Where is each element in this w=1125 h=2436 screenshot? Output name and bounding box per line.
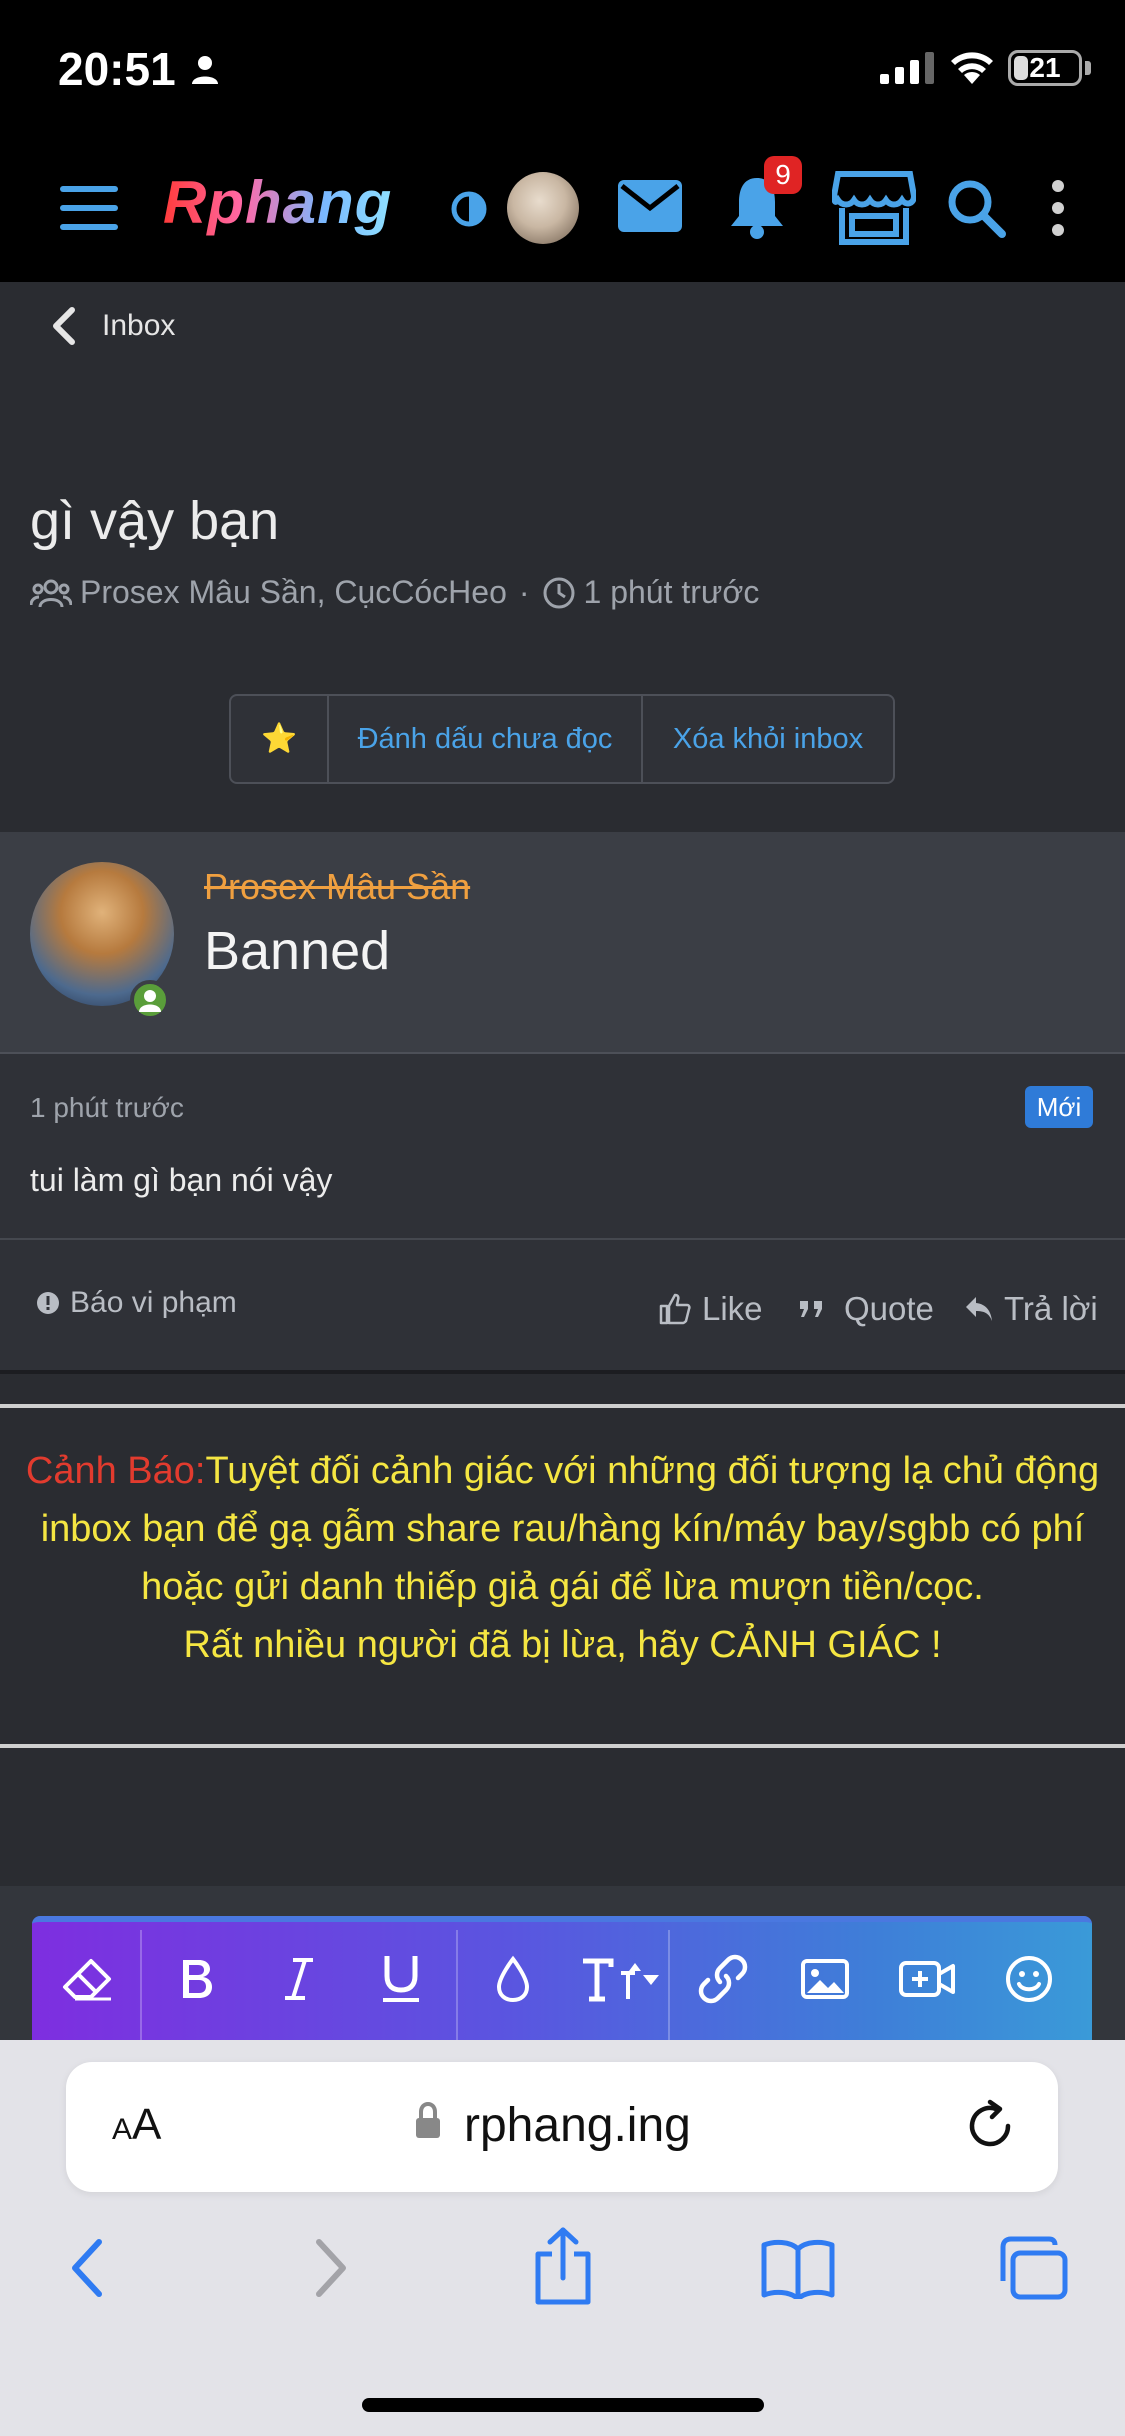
image-icon[interactable] (790, 1944, 860, 2014)
book-icon (761, 2239, 835, 2299)
mail-icon[interactable] (618, 180, 682, 232)
app-header: Rphang 9 (0, 134, 1125, 282)
eraser-icon[interactable] (52, 1944, 122, 2014)
site-logo[interactable]: Rphang (163, 168, 392, 237)
bold-icon[interactable] (162, 1944, 232, 2014)
toolbar-separator (668, 1930, 670, 2046)
author-role: Banned (204, 921, 391, 981)
alert-icon (37, 1292, 59, 1314)
cellular-signal-icon (880, 52, 934, 84)
like-button[interactable]: Like (658, 1290, 763, 1328)
breadcrumb[interactable]: Inbox (50, 304, 175, 348)
thumbs-up-icon (659, 1293, 691, 1325)
reply-label: Trả lời (1004, 1290, 1098, 1327)
report-button[interactable]: Báo vi phạm (36, 1286, 237, 1320)
scam-warning: Cảnh Báo:Tuyệt đối cảnh giác với những đ… (0, 1404, 1125, 1748)
page-title: gì vậy bạn (30, 491, 280, 551)
warning-text-block: Cảnh Báo:Tuyệt đối cảnh giác với những đ… (12, 1442, 1113, 1674)
video-icon[interactable] (892, 1944, 962, 2014)
home-indicator (362, 2398, 764, 2412)
user-avatar[interactable] (507, 172, 579, 244)
quote-icon (800, 1301, 822, 1317)
mark-unread-button[interactable]: Đánh dấu chưa đọc (329, 696, 643, 782)
report-label: Báo vi phạm (70, 1286, 237, 1319)
store-icon[interactable] (832, 170, 916, 246)
back-button[interactable] (62, 2232, 112, 2304)
menu-icon[interactable] (60, 186, 118, 230)
remove-inbox-button[interactable]: Xóa khỏi inbox (643, 696, 893, 782)
link-icon[interactable] (688, 1944, 758, 2014)
font-size-icon[interactable] (576, 1944, 666, 2014)
toolbar-separator (456, 1930, 458, 2046)
share-icon (535, 2227, 591, 2305)
tabs-icon (1000, 2236, 1068, 2300)
breadcrumb-inbox[interactable]: Inbox (102, 309, 175, 343)
emoji-icon[interactable] (994, 1944, 1064, 2014)
battery-icon: 21 (1008, 50, 1082, 86)
message-text: tui làm gì bạn nói vậy (30, 1162, 333, 1198)
bookmarks-button[interactable] (760, 2232, 836, 2304)
warning-footer: Rất nhiều người đã bị lừa, hãy CẢNH GIÁC… (183, 1624, 942, 1666)
editor-toolbar (32, 1916, 1092, 2046)
status-bar: 20:51 21 (0, 0, 1125, 134)
participants[interactable]: Prosex Mâu Sần, CụcCócHeo (80, 574, 507, 611)
forward-button[interactable] (306, 2232, 356, 2304)
reply-button[interactable]: Trả lời (964, 1290, 1098, 1328)
star-button[interactable]: ⭐ (231, 696, 329, 782)
meta-separator: · (518, 574, 530, 610)
aa-big: A (132, 2100, 162, 2149)
online-status-icon (130, 980, 170, 1020)
quote-button[interactable]: Quote (798, 1290, 934, 1328)
chevron-right-icon (316, 2239, 346, 2297)
conversation-time: 1 phút trước (583, 574, 760, 610)
author-username[interactable]: Prosex Mâu Sần (204, 866, 470, 908)
italic-icon[interactable] (264, 1944, 334, 2014)
wifi-icon (951, 52, 993, 84)
reply-icon (966, 1297, 992, 1321)
notification-badge: 9 (764, 156, 802, 194)
message-actions: Báo vi phạm Like Quote Trả lời (0, 1240, 1125, 1374)
battery-level: 21 (1029, 52, 1061, 83)
search-icon[interactable] (946, 178, 1006, 238)
message-body: 1 phút trước Mới tui làm gì bạn nói vậy (0, 1054, 1125, 1240)
message-time[interactable]: 1 phút trước (30, 1092, 184, 1124)
clock-icon (543, 577, 575, 608)
quote-label: Quote (844, 1290, 934, 1327)
message-author: Prosex Mâu Sần Banned (0, 832, 1125, 1054)
like-label: Like (702, 1290, 763, 1327)
conversation-meta: Prosex Mâu Sần, CụcCócHeo · 1 phút trước (30, 574, 759, 611)
new-badge: Mới (1025, 1086, 1093, 1128)
person-icon (192, 56, 218, 84)
url-text[interactable]: rphang.ing (464, 2098, 691, 2153)
users-icon (30, 579, 72, 607)
share-button[interactable] (528, 2224, 598, 2308)
underline-icon[interactable] (366, 1944, 436, 2014)
battery-tip (1085, 61, 1091, 75)
reload-icon[interactable] (962, 2098, 1018, 2154)
address-bar[interactable]: AA rphang.ing (66, 2062, 1058, 2192)
reader-options-button[interactable]: AA (112, 2100, 161, 2150)
chevron-left-icon (53, 307, 75, 345)
toolbar-separator (140, 1930, 142, 2046)
tabs-button[interactable] (996, 2232, 1070, 2304)
lock-icon (416, 2102, 440, 2138)
more-options-icon[interactable] (1052, 180, 1066, 236)
status-time: 20:51 (58, 43, 176, 95)
chevron-left-icon (72, 2239, 102, 2297)
text-color-icon[interactable] (478, 1944, 548, 2014)
conversation-actions: ⭐ Đánh dấu chưa đọc Xóa khỏi inbox (229, 694, 895, 784)
warning-heading: Cảnh Báo: (25, 1450, 206, 1492)
aa-small: A (112, 2113, 133, 2146)
theme-toggle-icon[interactable] (450, 190, 488, 228)
